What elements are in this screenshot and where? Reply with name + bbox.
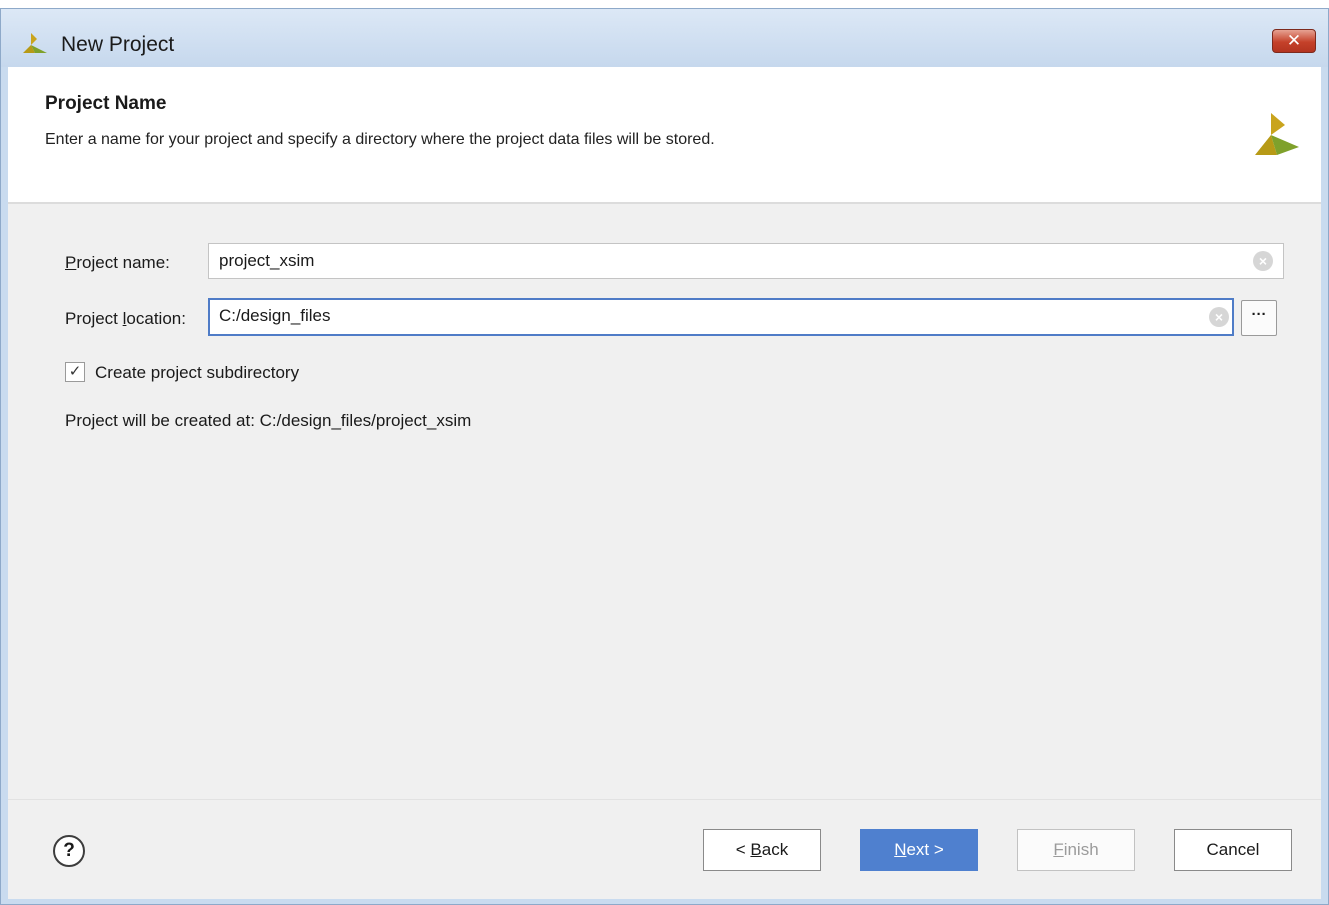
button-text: inish — [1063, 840, 1099, 859]
mnemonic-letter: B — [750, 840, 762, 859]
label-text: roject name: — [76, 253, 170, 272]
create-subdirectory-checkbox[interactable]: ✓ — [65, 362, 85, 382]
project-location-input[interactable]: C:/design_files — [208, 298, 1234, 336]
next-button[interactable]: Next > — [860, 829, 978, 871]
clear-icon[interactable]: × — [1253, 251, 1273, 271]
wizard-header: Project Name Enter a name for your proje… — [8, 67, 1321, 204]
dialog-body: Project Name Enter a name for your proje… — [8, 67, 1321, 899]
close-button[interactable]: ✕ — [1272, 29, 1316, 53]
clear-icon[interactable]: × — [1209, 307, 1229, 327]
help-icon[interactable]: ? — [53, 835, 85, 867]
browse-button[interactable]: ··· — [1241, 300, 1277, 336]
new-project-dialog: New Project ✕ Project Name Enter a name … — [0, 8, 1329, 905]
mnemonic-letter: N — [894, 840, 907, 859]
create-subdirectory-label[interactable]: Create project subdirectory — [95, 363, 299, 383]
label-text: Project — [65, 309, 123, 328]
back-button[interactable]: < Back — [703, 829, 821, 871]
project-location-label: Project location: — [65, 309, 186, 329]
mnemonic-letter: F — [1053, 840, 1064, 859]
project-path-summary: Project will be created at: C:/design_fi… — [65, 411, 472, 430]
page-description: Enter a name for your project and specif… — [45, 131, 715, 148]
button-text: ack — [761, 840, 789, 859]
app-logo-icon — [23, 33, 47, 53]
project-name-label: Project name: — [65, 253, 170, 273]
vivado-logo-icon — [1255, 113, 1299, 155]
project-name-value: project_xsim — [219, 251, 315, 270]
button-text: ext > — [906, 840, 944, 859]
button-text: < — [735, 840, 751, 859]
label-text: ocation: — [126, 309, 186, 328]
cancel-button[interactable]: Cancel — [1174, 829, 1292, 871]
project-location-value: C:/design_files — [219, 306, 331, 325]
finish-button[interactable]: Finish — [1017, 829, 1135, 871]
page-title: Project Name — [45, 93, 167, 114]
window-title: New Project — [61, 33, 175, 56]
title-bar[interactable]: New Project ✕ — [1, 9, 1328, 67]
footer-divider — [8, 799, 1321, 800]
mnemonic-letter: P — [65, 253, 77, 272]
project-name-input[interactable]: project_xsim — [208, 243, 1284, 279]
